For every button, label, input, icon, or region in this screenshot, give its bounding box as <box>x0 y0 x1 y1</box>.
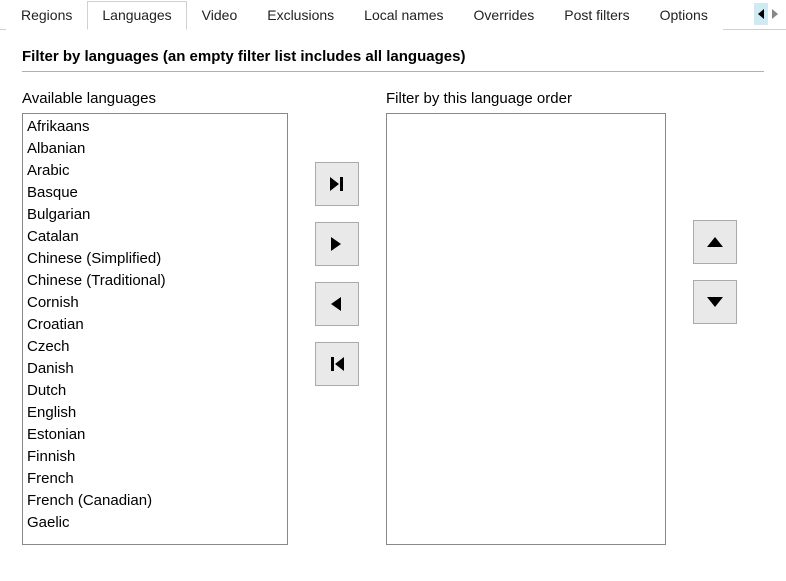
triangle-right-icon <box>331 237 343 251</box>
panel-title: Filter by languages (an empty filter lis… <box>22 48 764 72</box>
filter-label: Filter by this language order <box>386 90 666 107</box>
list-item[interactable]: Chinese (Simplified) <box>27 248 283 270</box>
move-all-right-button[interactable] <box>315 162 359 206</box>
tabstrip: RegionsLanguagesVideoExclusionsLocal nam… <box>0 0 786 30</box>
list-item[interactable]: Gaelic <box>27 512 283 534</box>
tab-video[interactable]: Video <box>187 1 253 30</box>
tab-languages[interactable]: Languages <box>87 1 186 30</box>
list-item[interactable]: Basque <box>27 182 283 204</box>
list-item[interactable]: Catalan <box>27 226 283 248</box>
list-item[interactable]: Finnish <box>27 446 283 468</box>
transfer-buttons-column <box>312 90 362 545</box>
list-item[interactable]: Bulgarian <box>27 204 283 226</box>
list-item[interactable]: Czech <box>27 336 283 358</box>
triangle-down-icon <box>707 297 723 307</box>
tab-scroll-left-button[interactable] <box>754 3 768 25</box>
move-right-button[interactable] <box>315 222 359 266</box>
list-item[interactable]: Afrikaans <box>27 116 283 138</box>
list-item[interactable]: Dutch <box>27 380 283 402</box>
skip-backward-icon <box>330 357 344 371</box>
move-all-left-button[interactable] <box>315 342 359 386</box>
tab-options[interactable]: Options <box>645 1 723 30</box>
languages-panel: Filter by languages (an empty filter lis… <box>0 30 786 555</box>
tab-local-names[interactable]: Local names <box>349 1 458 30</box>
skip-forward-icon <box>330 177 344 191</box>
tab-scroll-nav <box>754 3 782 25</box>
available-languages-listbox[interactable]: AfrikaansAlbanianArabicBasqueBulgarianCa… <box>22 113 288 545</box>
move-down-button[interactable] <box>693 280 737 324</box>
available-column: Available languages AfrikaansAlbanianAra… <box>22 90 288 545</box>
list-item[interactable]: Cornish <box>27 292 283 314</box>
triangle-left-icon <box>331 297 343 311</box>
move-left-button[interactable] <box>315 282 359 326</box>
tab-regions[interactable]: Regions <box>6 1 87 30</box>
columns: Available languages AfrikaansAlbanianAra… <box>22 90 764 545</box>
list-item[interactable]: Albanian <box>27 138 283 160</box>
filter-column: Filter by this language order <box>386 90 666 545</box>
list-item[interactable]: Croatian <box>27 314 283 336</box>
list-item[interactable]: Arabic <box>27 160 283 182</box>
triangle-up-icon <box>707 237 723 247</box>
list-item[interactable]: English <box>27 402 283 424</box>
list-item[interactable]: French <box>27 468 283 490</box>
filter-languages-listbox[interactable] <box>386 113 666 545</box>
reorder-buttons-column <box>690 90 740 545</box>
list-item[interactable]: Estonian <box>27 424 283 446</box>
move-up-button[interactable] <box>693 220 737 264</box>
list-item[interactable]: Chinese (Traditional) <box>27 270 283 292</box>
list-item[interactable]: Danish <box>27 358 283 380</box>
available-label: Available languages <box>22 90 288 107</box>
tab-scroll-right-button[interactable] <box>768 3 782 25</box>
tab-post-filters[interactable]: Post filters <box>549 1 644 30</box>
list-item[interactable]: French (Canadian) <box>27 490 283 512</box>
tab-exclusions[interactable]: Exclusions <box>252 1 349 30</box>
tab-overrides[interactable]: Overrides <box>459 1 550 30</box>
